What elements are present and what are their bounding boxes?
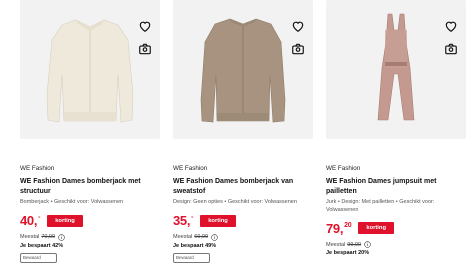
product-brand: WE Fashion xyxy=(326,165,361,172)
wishlist-heart-button[interactable] xyxy=(443,18,459,34)
info-icon[interactable] xyxy=(211,233,218,241)
heart-icon xyxy=(139,21,151,32)
product-title[interactable]: WE Fashion Dames bomberjack met structuu… xyxy=(20,177,160,197)
original-price: Meestal 70,00 xyxy=(20,233,160,241)
price-row: 35,- korting xyxy=(173,213,313,229)
heart-icon xyxy=(445,21,457,32)
visual-search-button[interactable] xyxy=(290,41,306,57)
saved-button[interactable]: Bewaard xyxy=(173,252,210,263)
discount-badge: korting xyxy=(47,214,83,227)
camera-search-icon xyxy=(292,43,304,55)
price-row: 79,20 korting xyxy=(326,220,466,236)
visual-search-button[interactable] xyxy=(137,41,153,57)
product-card[interactable]: WE Fashion WE Fashion Dames jumpsuit met… xyxy=(326,0,466,256)
camera-search-icon xyxy=(445,43,457,55)
savings-text: Je bespaart 20% xyxy=(326,250,370,256)
product-image[interactable] xyxy=(173,0,313,139)
savings-text: Je bespaart 42% xyxy=(20,242,64,249)
savings-text: Je bespaart 49% xyxy=(173,242,217,249)
product-card[interactable]: WE Fashion WE Fashion Dames bomberjack v… xyxy=(173,0,313,263)
product-brand: WE Fashion xyxy=(173,165,208,172)
product-title[interactable]: WE Fashion Dames jumpsuit met pailletten xyxy=(326,177,466,197)
product-title[interactable]: WE Fashion Dames bomberjack van sweatsto… xyxy=(173,177,313,197)
product-description: Design: Geen opties • Geschikt voor: Vol… xyxy=(173,199,297,205)
product-brand: WE Fashion xyxy=(20,165,55,172)
product-card[interactable]: WE Fashion WE Fashion Dames bomberjack m… xyxy=(20,0,160,263)
product-image[interactable] xyxy=(20,0,160,139)
heart-icon xyxy=(292,21,304,32)
product-image[interactable] xyxy=(326,0,466,139)
wishlist-heart-button[interactable] xyxy=(290,18,306,34)
saved-button[interactable]: Bewaard xyxy=(20,252,57,263)
price-row: 40,- korting xyxy=(20,213,160,229)
discount-badge: korting xyxy=(358,222,395,234)
camera-search-icon xyxy=(139,43,151,55)
product-description: Jurk • Design: Met pailletten • Geschikt… xyxy=(326,199,435,213)
original-price: Meestal 99,00 xyxy=(326,241,466,248)
product-description: Bomberjack • Geschikt voor: Volwassenen xyxy=(20,199,124,205)
price: 35,- xyxy=(173,213,194,228)
price: 79,20 xyxy=(326,220,352,236)
info-icon[interactable] xyxy=(364,241,371,248)
info-icon[interactable] xyxy=(58,233,65,241)
visual-search-button[interactable] xyxy=(443,41,459,57)
original-price: Meestal 69,00 xyxy=(173,233,313,241)
discount-badge: korting xyxy=(200,214,236,227)
price: 40,- xyxy=(20,213,41,228)
wishlist-heart-button[interactable] xyxy=(137,18,153,34)
